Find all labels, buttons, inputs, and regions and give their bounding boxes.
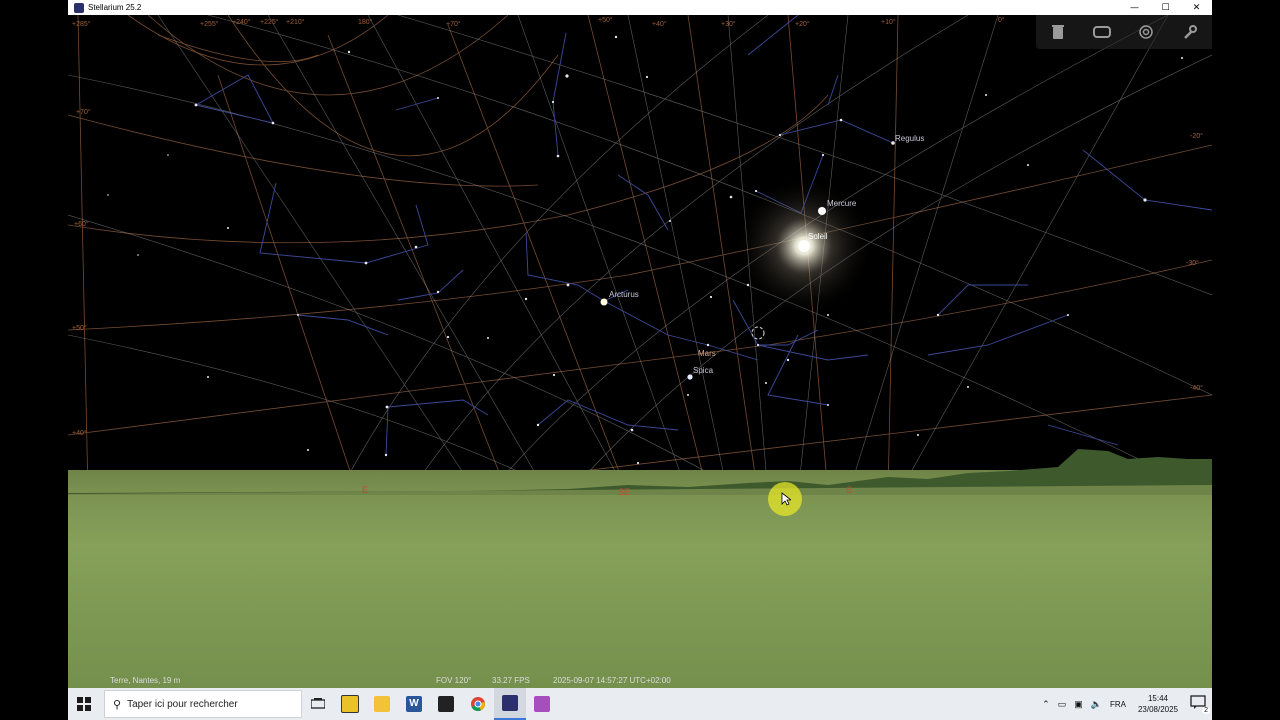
grid-label-dec-minus40: -40°: [1190, 385, 1203, 392]
stellarium-taskbar-icon[interactable]: [494, 688, 526, 720]
language-indicator[interactable]: FRA: [1110, 700, 1126, 709]
grid-label-dec-40: +40°: [72, 430, 87, 437]
windows-start-icon[interactable]: [68, 688, 100, 720]
target-icon[interactable]: [1135, 21, 1157, 43]
notification-icon[interactable]: 2: [1190, 695, 1210, 714]
search-placeholder: Taper ici pour rechercher: [127, 698, 238, 710]
sky-grid-svg: [68, 15, 1212, 495]
volume-icon[interactable]: 🔈: [1091, 699, 1102, 710]
arcturus-star[interactable]: [600, 298, 608, 306]
label-arcturus[interactable]: Arcturus: [609, 290, 639, 299]
grid-label-top-70: +70°: [446, 21, 461, 28]
network-icon[interactable]: ▣: [1074, 699, 1083, 710]
chrome-icon[interactable]: [462, 688, 494, 720]
taskbar-search-input[interactable]: ⚲ Taper ici pour rechercher: [104, 690, 302, 718]
close-button[interactable]: ✕: [1181, 0, 1212, 15]
fps-status: 33.27 FPS: [492, 675, 530, 685]
grid-label-top-0: 0°: [998, 17, 1005, 24]
cardinal-south: S: [846, 485, 853, 495]
notification-count: 2: [1202, 707, 1210, 714]
mercury[interactable]: [818, 207, 826, 215]
grid-label-top-30: +30°: [721, 21, 736, 28]
treeline: [68, 449, 1212, 495]
label-mars[interactable]: Mars: [698, 349, 716, 358]
spica-star[interactable]: [687, 374, 693, 380]
sun[interactable]: [798, 240, 810, 252]
label-spica[interactable]: Spica: [693, 366, 713, 375]
landscape-ground: [68, 470, 1212, 688]
datetime-status[interactable]: 2025-09-07 14:57:27 UTC+02:00: [553, 676, 671, 685]
minimize-button[interactable]: —: [1119, 0, 1150, 15]
cardinal-east: E: [362, 485, 369, 495]
search-icon: ⚲: [113, 698, 122, 711]
mouse-pointer-icon: [781, 492, 791, 506]
window-title: Stellarium 25.2: [88, 3, 142, 12]
grid-label-top-10: +10°: [881, 19, 896, 26]
grid-label-dec-minus30: -30°: [1186, 260, 1199, 267]
stellarium-window: Stellarium 25.2 — ☐ ✕ Regulus Mercure So…: [68, 0, 1212, 688]
chevron-up-icon[interactable]: ⌃: [1042, 699, 1050, 710]
clock-time: 15:44: [1147, 694, 1168, 703]
word-icon[interactable]: W: [398, 688, 430, 720]
media-app-icon[interactable]: [430, 688, 462, 720]
label-mercure[interactable]: Mercure: [827, 199, 856, 208]
wrench-icon[interactable]: [1179, 21, 1201, 43]
screen-icon[interactable]: [1091, 21, 1113, 43]
grid-label-top-20: +20°: [795, 21, 810, 28]
task-view-icon[interactable]: [302, 688, 334, 720]
grid-label-top-225: +225°: [260, 19, 279, 26]
grid-label-dec-50: +50°: [72, 325, 87, 332]
grid-label-top-180: 180°: [358, 19, 373, 26]
grid-label-top-50: +50°: [598, 17, 613, 24]
teams-icon[interactable]: [526, 688, 558, 720]
grid-label-dec-70: +70°: [76, 109, 91, 116]
title-bar[interactable]: Stellarium 25.2 — ☐ ✕: [68, 0, 1212, 15]
grid-label-top-255: +255°: [200, 21, 219, 28]
clock-date: 23/08/2025: [1137, 705, 1178, 714]
system-tray: ⌃ ▭ ▣ 🔈 FRA 15:44 23/08/2025 2: [1038, 688, 1212, 720]
grid-label-top-210: +210°: [286, 19, 305, 26]
location-status[interactable]: Terre, Nantes, 19 m: [110, 676, 180, 685]
stellarium-app-icon: [74, 2, 84, 13]
fov-status: FOV 120°: [436, 675, 472, 685]
grid-label-dec-minus20: -20°: [1190, 133, 1203, 140]
grid-label-top-40: +40°: [652, 21, 667, 28]
label-regulus[interactable]: Regulus: [895, 134, 924, 143]
top-right-toolbar: [1036, 15, 1212, 49]
cardinal-southeast: SE: [618, 487, 631, 497]
taskbar-clock[interactable]: 15:44 23/08/2025: [1138, 693, 1178, 715]
file-explorer-icon[interactable]: [366, 688, 398, 720]
grid-label-dec-60: +60°: [74, 221, 89, 228]
label-soleil[interactable]: Soleil: [808, 232, 828, 241]
grid-label-top-285: +285°: [72, 21, 91, 28]
grid-label-top-240: +240°: [232, 19, 251, 26]
trash-icon[interactable]: [1047, 21, 1069, 43]
maximize-button[interactable]: ☐: [1150, 0, 1181, 15]
sky-view[interactable]: Regulus Mercure Soleil Arcturus Mars Spi…: [68, 15, 1212, 495]
battery-icon[interactable]: ▭: [1058, 699, 1067, 710]
sticky-notes-icon[interactable]: [334, 688, 366, 720]
windows-taskbar: ⚲ Taper ici pour rechercher W ⌃ ▭ ▣ 🔈 FR…: [68, 688, 1212, 720]
status-bar: Terre, Nantes, 19 m FOV 120° 33.27 FPS 2…: [68, 672, 1212, 688]
